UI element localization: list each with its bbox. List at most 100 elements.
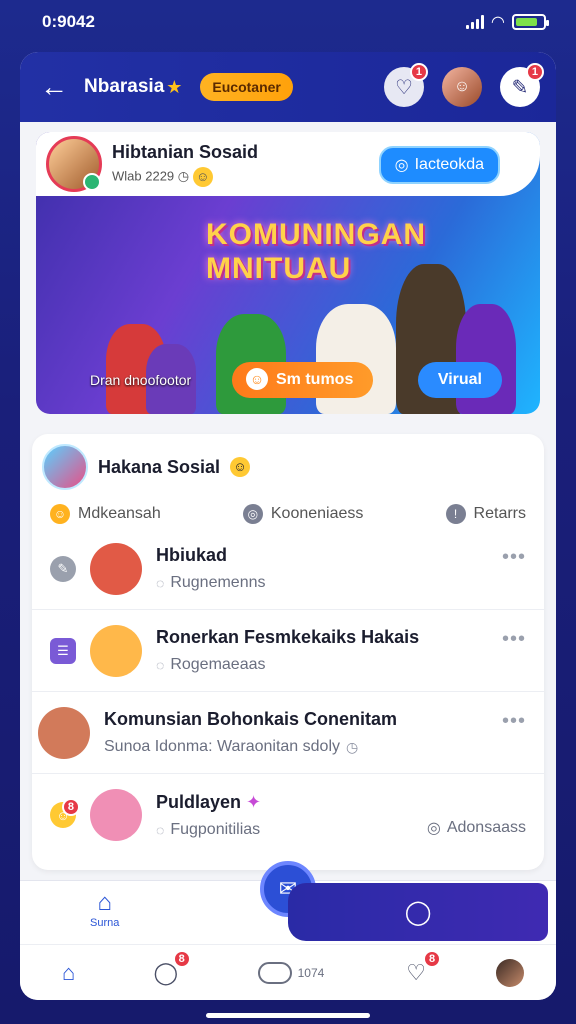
smile-emoji-icon: ☺: [230, 457, 251, 477]
header-pill-button[interactable]: Eucotaner: [200, 73, 293, 101]
row-lead-badge: 8: [61, 798, 80, 816]
pill-shape: [257, 961, 292, 984]
search-pill-icon[interactable]: 1074: [246, 956, 336, 990]
status-icons: ◠: [465, 12, 549, 32]
more-icon[interactable]: •••: [502, 628, 526, 651]
battery-icon: [512, 14, 549, 30]
nav-badge: 8: [423, 949, 442, 968]
social-card: Hakana Sosial ☺ ☺ Mdkeansah ◎ Kooneniaes…: [32, 434, 544, 870]
hero-secondary-button[interactable]: Virual: [417, 362, 502, 398]
hero-text: Hibtanian Sosaid Wlab 2229 ◷ ☺: [112, 142, 258, 187]
more-icon[interactable]: •••: [502, 710, 526, 733]
bottom-nav: ⌂ ◯ 8 1074 ♡ 8: [20, 944, 556, 1000]
tab-home-label: Surna: [90, 917, 120, 929]
avatar[interactable]: [496, 958, 525, 987]
avatar[interactable]: [90, 624, 142, 677]
row-sub-text: Sunoa Idonma: Waraonitan sdoly: [104, 738, 340, 755]
emoji-icon: ☺: [192, 166, 213, 187]
row-title-text: Puldlayen: [156, 791, 242, 812]
hero-name: Hibtanian Sosaid: [112, 141, 259, 162]
profile-tab[interactable]: ◯: [288, 883, 548, 941]
wifi-icon: ◠: [491, 14, 504, 31]
avatar[interactable]: [90, 789, 142, 841]
filter-label: Retarrs: [473, 505, 526, 522]
row-sub: Sunoa Idonma: Waraonitan sdoly ◷: [104, 738, 526, 756]
home-icon: ⌂: [97, 889, 112, 916]
filter-item[interactable]: ! Retarrs: [445, 504, 526, 524]
row-sub: ◌ Rugnemenns: [156, 574, 526, 592]
star-icon: ★: [166, 76, 183, 97]
camera-icon: ◎: [394, 157, 409, 174]
hero-caption: Dran dnoofootor: [90, 372, 192, 388]
home-indicator[interactable]: [206, 1013, 370, 1018]
clock-icon: ◷: [177, 167, 190, 183]
list-item[interactable]: ☰ Ronerkan Fesmkekaiks Hakais ◌ Rogemaea…: [32, 610, 544, 692]
comment-icon: ◌: [156, 657, 165, 673]
row-right[interactable]: ◎ Adonsaass: [427, 818, 526, 838]
back-arrow-icon[interactable]: ←: [36, 71, 72, 103]
nav-badge: 8: [172, 949, 191, 968]
profile-avatar[interactable]: ☺: [442, 67, 482, 107]
row-title: Puldlayen ✦: [156, 792, 526, 813]
avatar[interactable]: [38, 706, 90, 759]
emoji-icon: ☺: [50, 504, 70, 524]
tab-home[interactable]: ⌂ Surna: [90, 889, 119, 929]
heart-icon[interactable]: ♡ 8: [399, 949, 442, 990]
chat-icon[interactable]: ◯ 8: [149, 949, 191, 990]
row-title: Komunsian Bohonkais Conenitam: [104, 709, 398, 729]
chat-badge: 1: [525, 63, 544, 81]
notification-icon[interactable]: ♡ 1: [384, 63, 428, 107]
row-main: Hbiukad ◌ Rugnemenns: [156, 545, 526, 592]
card-avatar[interactable]: [42, 444, 88, 490]
hero-banner[interactable]: Hibtanian Sosaid Wlab 2229 ◷ ☺ ◎ Iacteok…: [36, 132, 540, 414]
hero-meta-text: Wlab 2229: [112, 167, 175, 183]
info-icon: !: [445, 504, 466, 524]
app-title: Nbarasia: [84, 76, 165, 97]
hero-meta: Wlab 2229 ◷ ☺: [112, 166, 258, 187]
list-item[interactable]: ☺ 8 Puldlayen ✦ ◌ Fugponitilias ◎ Adonsa…: [32, 774, 544, 856]
info-icon: ◎: [426, 820, 441, 837]
comment-icon: ◌: [156, 821, 165, 838]
row-sub-text: Rugnemenns: [170, 574, 266, 591]
app-screen: ← Nbarasia ★ Eucotaner ♡ 1 ☺ ✎ 1 Hibtani…: [20, 52, 556, 1000]
nav-text: 1074: [297, 965, 325, 980]
comment-icon: ◌: [156, 575, 165, 591]
row-lead-icon: ☰: [50, 637, 76, 664]
signal-icon: [465, 15, 484, 29]
tab-bar: ⌂ Surna ✉ ◯: [20, 861, 556, 944]
app-title-wrap: Nbarasia ★: [84, 76, 182, 98]
compass-icon: ◎: [242, 504, 263, 524]
user-icon: ◯: [404, 898, 432, 926]
avatar[interactable]: [90, 542, 142, 595]
row-sub-text: Rogemaeaas: [170, 656, 266, 673]
chat-icon[interactable]: ✎ 1: [500, 63, 544, 107]
filter-item[interactable]: ☺ Mdkeansah: [50, 504, 161, 524]
clock-icon: ◷: [346, 738, 359, 755]
status-bar: 0:9042 ◠: [0, 0, 576, 44]
app-header: ← Nbarasia ★ Eucotaner ♡ 1 ☺ ✎ 1: [20, 52, 556, 122]
hero-avatar[interactable]: [46, 136, 102, 192]
row-lead-icon: ✎: [50, 555, 76, 582]
hero-tag-button[interactable]: ◎ Iacteokda: [378, 146, 500, 184]
filter-bar: ☺ Mdkeansah ◎ Kooneniaess ! Retarrs: [32, 490, 544, 528]
status-time: 0:9042: [42, 12, 95, 31]
filter-label: Mdkeansah: [78, 505, 161, 522]
header-actions: ♡ 1 ☺ ✎ 1: [384, 63, 544, 107]
row-lead-icon: ☺ 8: [50, 798, 80, 828]
row-sub-text: Fugponitilias: [170, 820, 261, 838]
hero-tag-label: Iacteokda: [414, 156, 484, 173]
row-sub: ◌ Rogemaeaas: [156, 656, 526, 674]
card-title: Hakana Sosial: [98, 456, 221, 477]
filter-item[interactable]: ◎ Kooneniaess: [242, 504, 364, 524]
filter-label: Kooneniaess: [270, 505, 364, 522]
hero-primary-button[interactable]: Sm tumos: [232, 362, 374, 398]
row-main: Ronerkan Fesmkekaiks Hakais ◌ Rogemaeaas: [156, 627, 526, 674]
row-right-label: Adonsaass: [446, 819, 526, 836]
row-title: Ronerkan Fesmkekaiks Hakais: [156, 627, 420, 647]
home-icon[interactable]: ⌂: [52, 956, 86, 990]
list-item[interactable]: Komunsian Bohonkais Conenitam Sunoa Idon…: [32, 692, 544, 774]
list-item[interactable]: ✎ Hbiukad ◌ Rugnemenns •••: [32, 528, 544, 610]
more-icon[interactable]: •••: [502, 546, 526, 569]
card-header: Hakana Sosial ☺: [32, 444, 544, 490]
sparkle-icon: ✦: [246, 791, 262, 812]
